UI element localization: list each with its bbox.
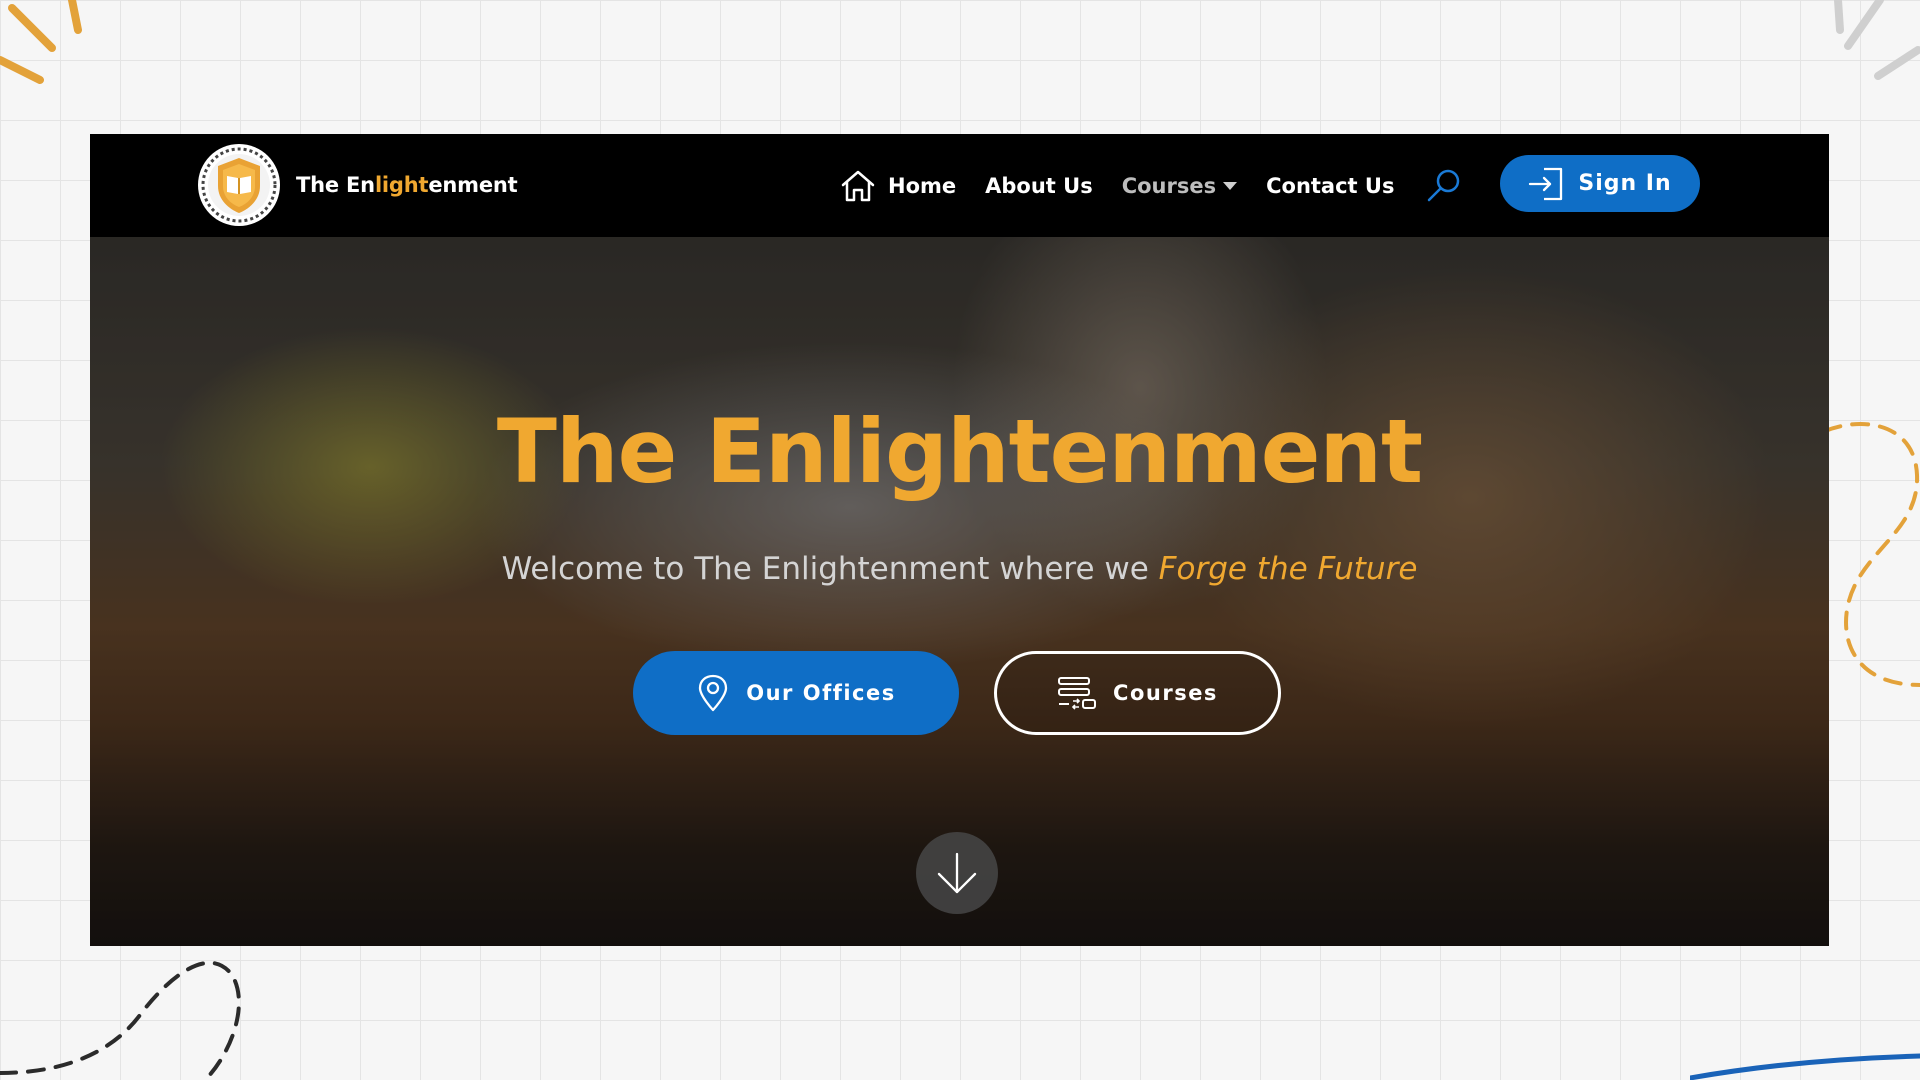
- brand-name-highlight: light: [374, 173, 429, 197]
- home-icon: [841, 170, 875, 201]
- sign-in-button[interactable]: Sign In: [1500, 155, 1700, 212]
- nav-courses-dropdown[interactable]: Courses: [1121, 173, 1238, 198]
- hero-subtitle: Welcome to The Enlightenment where we Fo…: [90, 551, 1829, 587]
- nav-about-us[interactable]: About Us: [985, 174, 1093, 198]
- nav-about-us-label: About Us: [985, 173, 1093, 198]
- nav-courses-label: Courses: [1121, 173, 1217, 198]
- our-offices-label: Our Offices: [746, 681, 896, 705]
- courses-button[interactable]: Courses: [994, 651, 1281, 735]
- shield-book-icon: [198, 144, 280, 226]
- search-icon: [1428, 169, 1460, 201]
- navbar: The Enlightenment Home About Us Courses …: [90, 134, 1829, 237]
- hero-section: The Enlightenment Welcome to The Enlight…: [90, 237, 1829, 946]
- our-offices-button[interactable]: Our Offices: [633, 651, 959, 735]
- courses-list-icon: [1058, 677, 1097, 710]
- sign-in-label: Sign In: [1578, 171, 1672, 196]
- scroll-down-button[interactable]: [916, 832, 998, 914]
- sign-in-icon: [1529, 167, 1563, 200]
- hero-title: The Enlightenment: [496, 400, 1423, 503]
- brand-name-part: enment: [428, 173, 518, 197]
- decorative-sunburst-top-left: [0, 0, 82, 84]
- brand[interactable]: The Enlightenment: [198, 142, 518, 228]
- main-nav: Home About Us Courses Contact Us: [840, 134, 1463, 237]
- search-button[interactable]: [1425, 167, 1463, 205]
- nav-contact-us[interactable]: Contact Us: [1266, 174, 1394, 198]
- decorative-dashed-loop-bottom-left: [0, 960, 241, 1080]
- decorative-dashed-loop-right: [1825, 422, 1920, 687]
- decorative-blue-stroke-bottom-right: [1690, 1053, 1920, 1080]
- nav-home-label: Home: [888, 173, 957, 198]
- map-pin-icon: [699, 674, 728, 712]
- nav-home[interactable]: Home: [840, 169, 956, 203]
- arrow-down-icon: [937, 852, 977, 894]
- nav-contact-us-label: Contact Us: [1266, 173, 1395, 198]
- brand-name: The Enlightenment: [296, 173, 518, 197]
- caret-down-icon: [1223, 181, 1238, 190]
- courses-button-label: Courses: [1113, 681, 1218, 705]
- decorative-sunburst-top-right: [1834, 0, 1920, 80]
- hero-subtitle-emphasis: Forge the Future: [1158, 551, 1418, 587]
- brand-name-part: The En: [296, 173, 375, 197]
- website-screenshot-frame: The Enlightenment Home About Us Courses …: [90, 134, 1829, 946]
- hero-subtitle-text: Welcome to The Enlightenment where we: [501, 551, 1159, 587]
